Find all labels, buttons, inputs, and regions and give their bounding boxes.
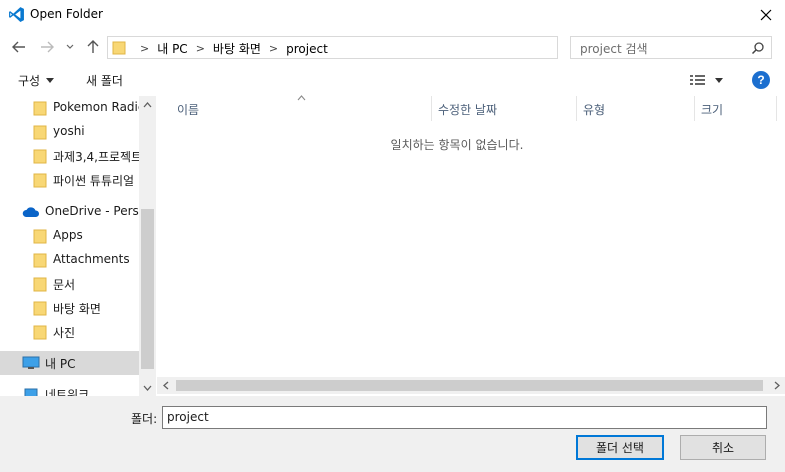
close-button[interactable] xyxy=(747,0,785,30)
sidebar-item-attachments[interactable]: Attachments xyxy=(0,248,139,272)
breadcrumb-item[interactable]: project xyxy=(286,42,328,56)
folder-icon xyxy=(33,301,47,316)
scroll-left-icon[interactable] xyxy=(157,377,174,394)
folder-icon xyxy=(33,101,47,116)
scrollbar-thumb[interactable] xyxy=(176,380,763,391)
column-header-date-modified[interactable]: 수정한 날짜 xyxy=(432,96,577,121)
organize-label: 구성 xyxy=(18,74,41,88)
dialog-footer: 폴더: project 폴더 선택 취소 xyxy=(0,396,785,472)
sidebar-item-onedrive[interactable]: OneDrive - Person xyxy=(0,200,139,224)
folder-field-label: 폴더: xyxy=(131,412,158,426)
sidebar-item-pokemon-radica[interactable]: Pokemon Radica xyxy=(0,96,139,120)
search-box[interactable]: project 검색 xyxy=(570,36,772,59)
folder-icon xyxy=(33,253,47,268)
close-icon xyxy=(760,9,772,21)
sidebar-item-python-tutorial[interactable]: 파이썬 튜튜리얼 xyxy=(0,168,139,192)
details-view-icon xyxy=(690,75,723,85)
sidebar-item-label: 네트워크 xyxy=(45,388,90,396)
breadcrumb: > 내 PC > 바탕 화면 > project xyxy=(132,40,328,57)
sidebar-item-label: Attachments xyxy=(53,252,130,266)
arrow-up-icon xyxy=(87,40,99,53)
sidebar-scrollbar[interactable] xyxy=(139,96,156,396)
breadcrumb-separator: > xyxy=(195,42,205,55)
sidebar-item-documents[interactable]: 문서 xyxy=(0,272,139,296)
view-options-button[interactable] xyxy=(688,72,728,88)
vscode-icon xyxy=(9,7,24,22)
sidebar-item-label: 파이썬 튜튜리얼 xyxy=(53,174,135,188)
arrow-left-icon xyxy=(12,41,25,53)
folder-icon xyxy=(33,125,47,140)
sort-ascending-icon xyxy=(297,95,306,101)
caret-down-icon xyxy=(46,78,55,83)
column-header-name[interactable]: 이름 xyxy=(171,95,432,121)
scroll-down-icon[interactable] xyxy=(139,379,156,396)
scroll-right-icon[interactable] xyxy=(768,377,785,394)
new-folder-button[interactable]: 새 폴더 xyxy=(86,72,123,89)
sidebar-item-label: 바탕 화면 xyxy=(53,302,101,316)
arrow-right-icon xyxy=(41,41,54,53)
sidebar-item-label: 과제3,4,프로젝트 xyxy=(53,150,139,164)
forward-button[interactable] xyxy=(37,38,57,56)
breadcrumb-item[interactable]: 바탕 화면 xyxy=(213,40,261,57)
horizontal-scrollbar[interactable] xyxy=(157,377,785,394)
column-label: 이름 xyxy=(177,103,200,117)
cancel-button[interactable]: 취소 xyxy=(680,435,766,460)
column-label: 수정한 날짜 xyxy=(438,103,498,117)
sidebar-item-yoshi[interactable]: yoshi xyxy=(0,120,139,144)
sidebar-item-label: 문서 xyxy=(53,278,76,292)
window-title: Open Folder xyxy=(30,7,103,21)
column-header-type[interactable]: 유형 xyxy=(577,96,695,121)
folder-icon xyxy=(33,173,47,188)
recent-locations-button[interactable] xyxy=(63,38,77,56)
folder-icon xyxy=(112,41,126,55)
column-label: 크기 xyxy=(701,103,724,117)
sidebar-item-label: yoshi xyxy=(53,124,85,138)
scroll-up-icon[interactable] xyxy=(139,96,156,113)
search-icon xyxy=(751,42,764,55)
navigation-pane: Pokemon Radica yoshi 과제3,4,프로젝트 파이썬 튜튜리얼… xyxy=(0,96,157,396)
network-icon xyxy=(24,388,38,396)
sidebar-item-apps[interactable]: Apps xyxy=(0,224,139,248)
breadcrumb-separator: > xyxy=(268,42,279,55)
breadcrumb-item[interactable]: 내 PC xyxy=(157,40,187,57)
sidebar-item-label: Pokemon Radica xyxy=(53,100,139,114)
address-bar[interactable]: > 내 PC > 바탕 화면 > project xyxy=(107,36,659,59)
back-button[interactable] xyxy=(9,38,29,56)
help-button[interactable]: ? xyxy=(752,71,770,89)
empty-message: 일치하는 항목이 없습니다. xyxy=(390,138,524,152)
chevron-down-icon xyxy=(66,44,74,49)
sidebar-item-label: Apps xyxy=(53,228,83,242)
folder-icon xyxy=(33,229,47,244)
pc-icon xyxy=(22,356,40,369)
sidebar-item-desktop[interactable]: 바탕 화면 xyxy=(0,296,139,320)
folder-icon xyxy=(33,277,47,292)
title-bar: Open Folder xyxy=(0,0,785,30)
sidebar-item-label: 내 PC xyxy=(45,357,76,371)
sidebar-item-label: 사진 xyxy=(53,326,76,340)
column-header-size[interactable]: 크기 xyxy=(695,96,777,121)
organize-button[interactable]: 구성 xyxy=(18,72,55,89)
folder-name-input[interactable]: project xyxy=(162,406,767,429)
scrollbar-thumb[interactable] xyxy=(141,209,154,369)
sidebar-item-this-pc[interactable]: 내 PC xyxy=(0,351,139,375)
sidebar-item-network[interactable]: 네트워크 xyxy=(0,382,139,396)
folder-icon xyxy=(33,149,47,164)
search-input[interactable]: project 검색 xyxy=(580,40,648,57)
select-folder-button[interactable]: 폴더 선택 xyxy=(576,435,664,460)
onedrive-icon xyxy=(22,207,40,217)
command-bar: 구성 새 폴더 ? xyxy=(0,64,785,96)
sidebar-item-assignment[interactable]: 과제3,4,프로젝트 xyxy=(0,144,139,168)
column-label: 유형 xyxy=(583,103,606,117)
sidebar-item-pictures[interactable]: 사진 xyxy=(0,320,139,344)
sidebar-item-label: OneDrive - Person xyxy=(45,204,139,218)
up-button[interactable] xyxy=(83,38,103,56)
file-list: 이름 수정한 날짜 유형 크기 일치하는 항목이 없습니다. xyxy=(157,95,785,396)
folder-icon xyxy=(33,325,47,340)
breadcrumb-separator: > xyxy=(140,42,150,55)
